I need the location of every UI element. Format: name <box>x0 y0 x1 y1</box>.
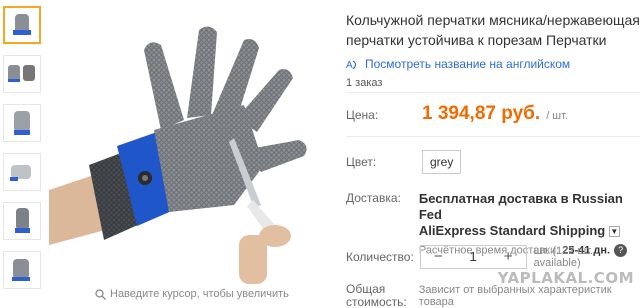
orders-count: 1 заказ <box>346 77 383 89</box>
glove-thumb-icon <box>13 14 31 35</box>
thumbnail-3[interactable] <box>3 104 41 142</box>
free-shipping-text: Бесплатная доставка <box>418 191 558 206</box>
glove-thumb-icon <box>8 65 35 82</box>
price-unit: / шт. <box>546 110 568 122</box>
thumbnail-list <box>3 6 43 300</box>
shipping-method-text: AliExpress Standard Shipping <box>418 223 606 238</box>
zoom-hint-text: Наведите курсор, чтобы увеличить <box>110 288 289 300</box>
thumbnail-5[interactable] <box>3 202 41 240</box>
shipping-method[interactable]: AliExpress Standard Shipping ▼ <box>419 223 640 239</box>
increase-button[interactable]: + <box>491 246 526 268</box>
magnifier-icon <box>95 288 106 300</box>
color-label: Цвет: <box>346 155 377 169</box>
svg-text:A: A <box>346 60 353 71</box>
color-row: Цвет: grey <box>346 150 462 174</box>
chevron-down-icon[interactable]: ▼ <box>608 226 620 238</box>
shipping-destination[interactable]: Бесплатная доставка в Russian Fed <box>419 191 640 223</box>
total-value: Зависит от выбранных характеристик товар… <box>418 284 612 308</box>
total-label: Общая стоимость: <box>346 282 407 308</box>
price-row: Цена: 1 394,87 руб. / шт. <box>346 103 568 125</box>
glove-thumb-icon <box>10 165 31 181</box>
glove-thumb-icon <box>14 111 30 135</box>
quantity-stepper: − 1 + <box>419 245 527 269</box>
quantity-label: Количество: <box>346 250 414 264</box>
product-info: Кольчужной перчатки мясника/нержавеющая … <box>346 0 640 89</box>
quantity-row: Количество: − 1 + шт. (122 шт. available… <box>346 245 640 269</box>
quantity-input[interactable]: 1 <box>456 246 491 268</box>
price-value: 1 394,87 руб. <box>422 103 541 124</box>
chainmail-glove-image <box>49 26 307 284</box>
glove-thumb-icon <box>12 259 30 281</box>
translate-icon: A <box>346 60 357 71</box>
thumbnail-2[interactable] <box>3 55 41 93</box>
divider <box>346 92 640 93</box>
thumbnail-6[interactable] <box>3 251 41 289</box>
translate-link[interactable]: A Посмотреть название на английском <box>346 57 640 71</box>
product-title: Кольчужной перчатки мясника/нержавеющая … <box>346 12 640 48</box>
thumbnail-1[interactable] <box>3 6 41 44</box>
divider <box>346 136 640 137</box>
price-label: Цена: <box>346 108 379 122</box>
decrease-button[interactable]: − <box>421 246 456 268</box>
watermark: YAPLAKAL.COM <box>497 269 634 287</box>
main-product-image[interactable] <box>49 0 333 284</box>
glove-thumb-icon <box>15 208 30 233</box>
thumbnail-4[interactable] <box>3 153 41 191</box>
zoom-hint: Наведите курсор, чтобы увеличить <box>95 288 289 300</box>
color-option-grey[interactable]: grey <box>422 150 462 174</box>
translate-link-text[interactable]: Посмотреть название на английском <box>365 57 570 71</box>
quantity-available: шт. (122 шт. available) <box>533 245 594 269</box>
